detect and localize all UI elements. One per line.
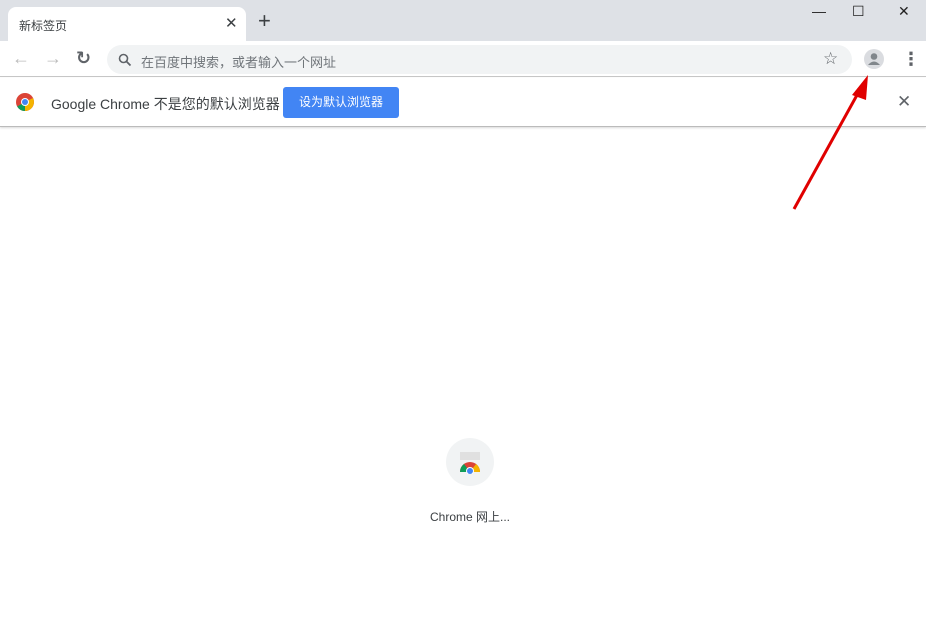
search-icon — [118, 53, 132, 67]
shortcut-chrome-web-store[interactable]: Chrome 网上... — [420, 438, 520, 525]
forward-button[interactable]: → — [44, 48, 62, 68]
tab-close-icon[interactable]: ✕ — [225, 14, 238, 34]
minimize-button[interactable]: — — [812, 3, 826, 19]
reload-button[interactable]: ↻ — [76, 48, 91, 68]
back-button[interactable]: ← — [12, 48, 30, 68]
set-default-browser-button[interactable]: 设为默认浏览器 — [283, 87, 399, 118]
new-tab-button[interactable]: + — [258, 10, 271, 32]
tab-title: 新标签页 — [19, 19, 68, 33]
maximize-button[interactable]: ☐ — [852, 3, 865, 20]
shortcut-label: Chrome 网上... — [429, 510, 511, 524]
menu-icon[interactable]: ⋮ — [902, 49, 920, 70]
infobar-message: Google Chrome 不是您的默认浏览器 — [51, 96, 280, 112]
title-bar: 新标签页 ✕ + — ☐ ✕ — [0, 0, 926, 41]
tab-new-tab[interactable]: 新标签页 ✕ — [8, 7, 246, 41]
toolbar: ← → ↻ 在百度中搜索，或者输入一个网址 ☆ ⋮ — [0, 41, 926, 77]
bookmark-star-icon[interactable]: ☆ — [823, 49, 838, 69]
chrome-logo-icon — [16, 93, 34, 111]
close-window-button[interactable]: ✕ — [898, 3, 910, 20]
shortcut-icon-circle — [446, 438, 494, 486]
profile-avatar-icon[interactable] — [864, 49, 884, 69]
omnibox-placeholder: 在百度中搜索，或者输入一个网址 — [141, 55, 337, 70]
infobar-close-icon[interactable]: ✕ — [897, 92, 911, 112]
omnibox[interactable]: 在百度中搜索，或者输入一个网址 ☆ — [107, 45, 852, 74]
default-browser-infobar: Google Chrome 不是您的默认浏览器 设为默认浏览器 ✕ — [0, 78, 926, 127]
web-store-icon — [460, 452, 480, 474]
